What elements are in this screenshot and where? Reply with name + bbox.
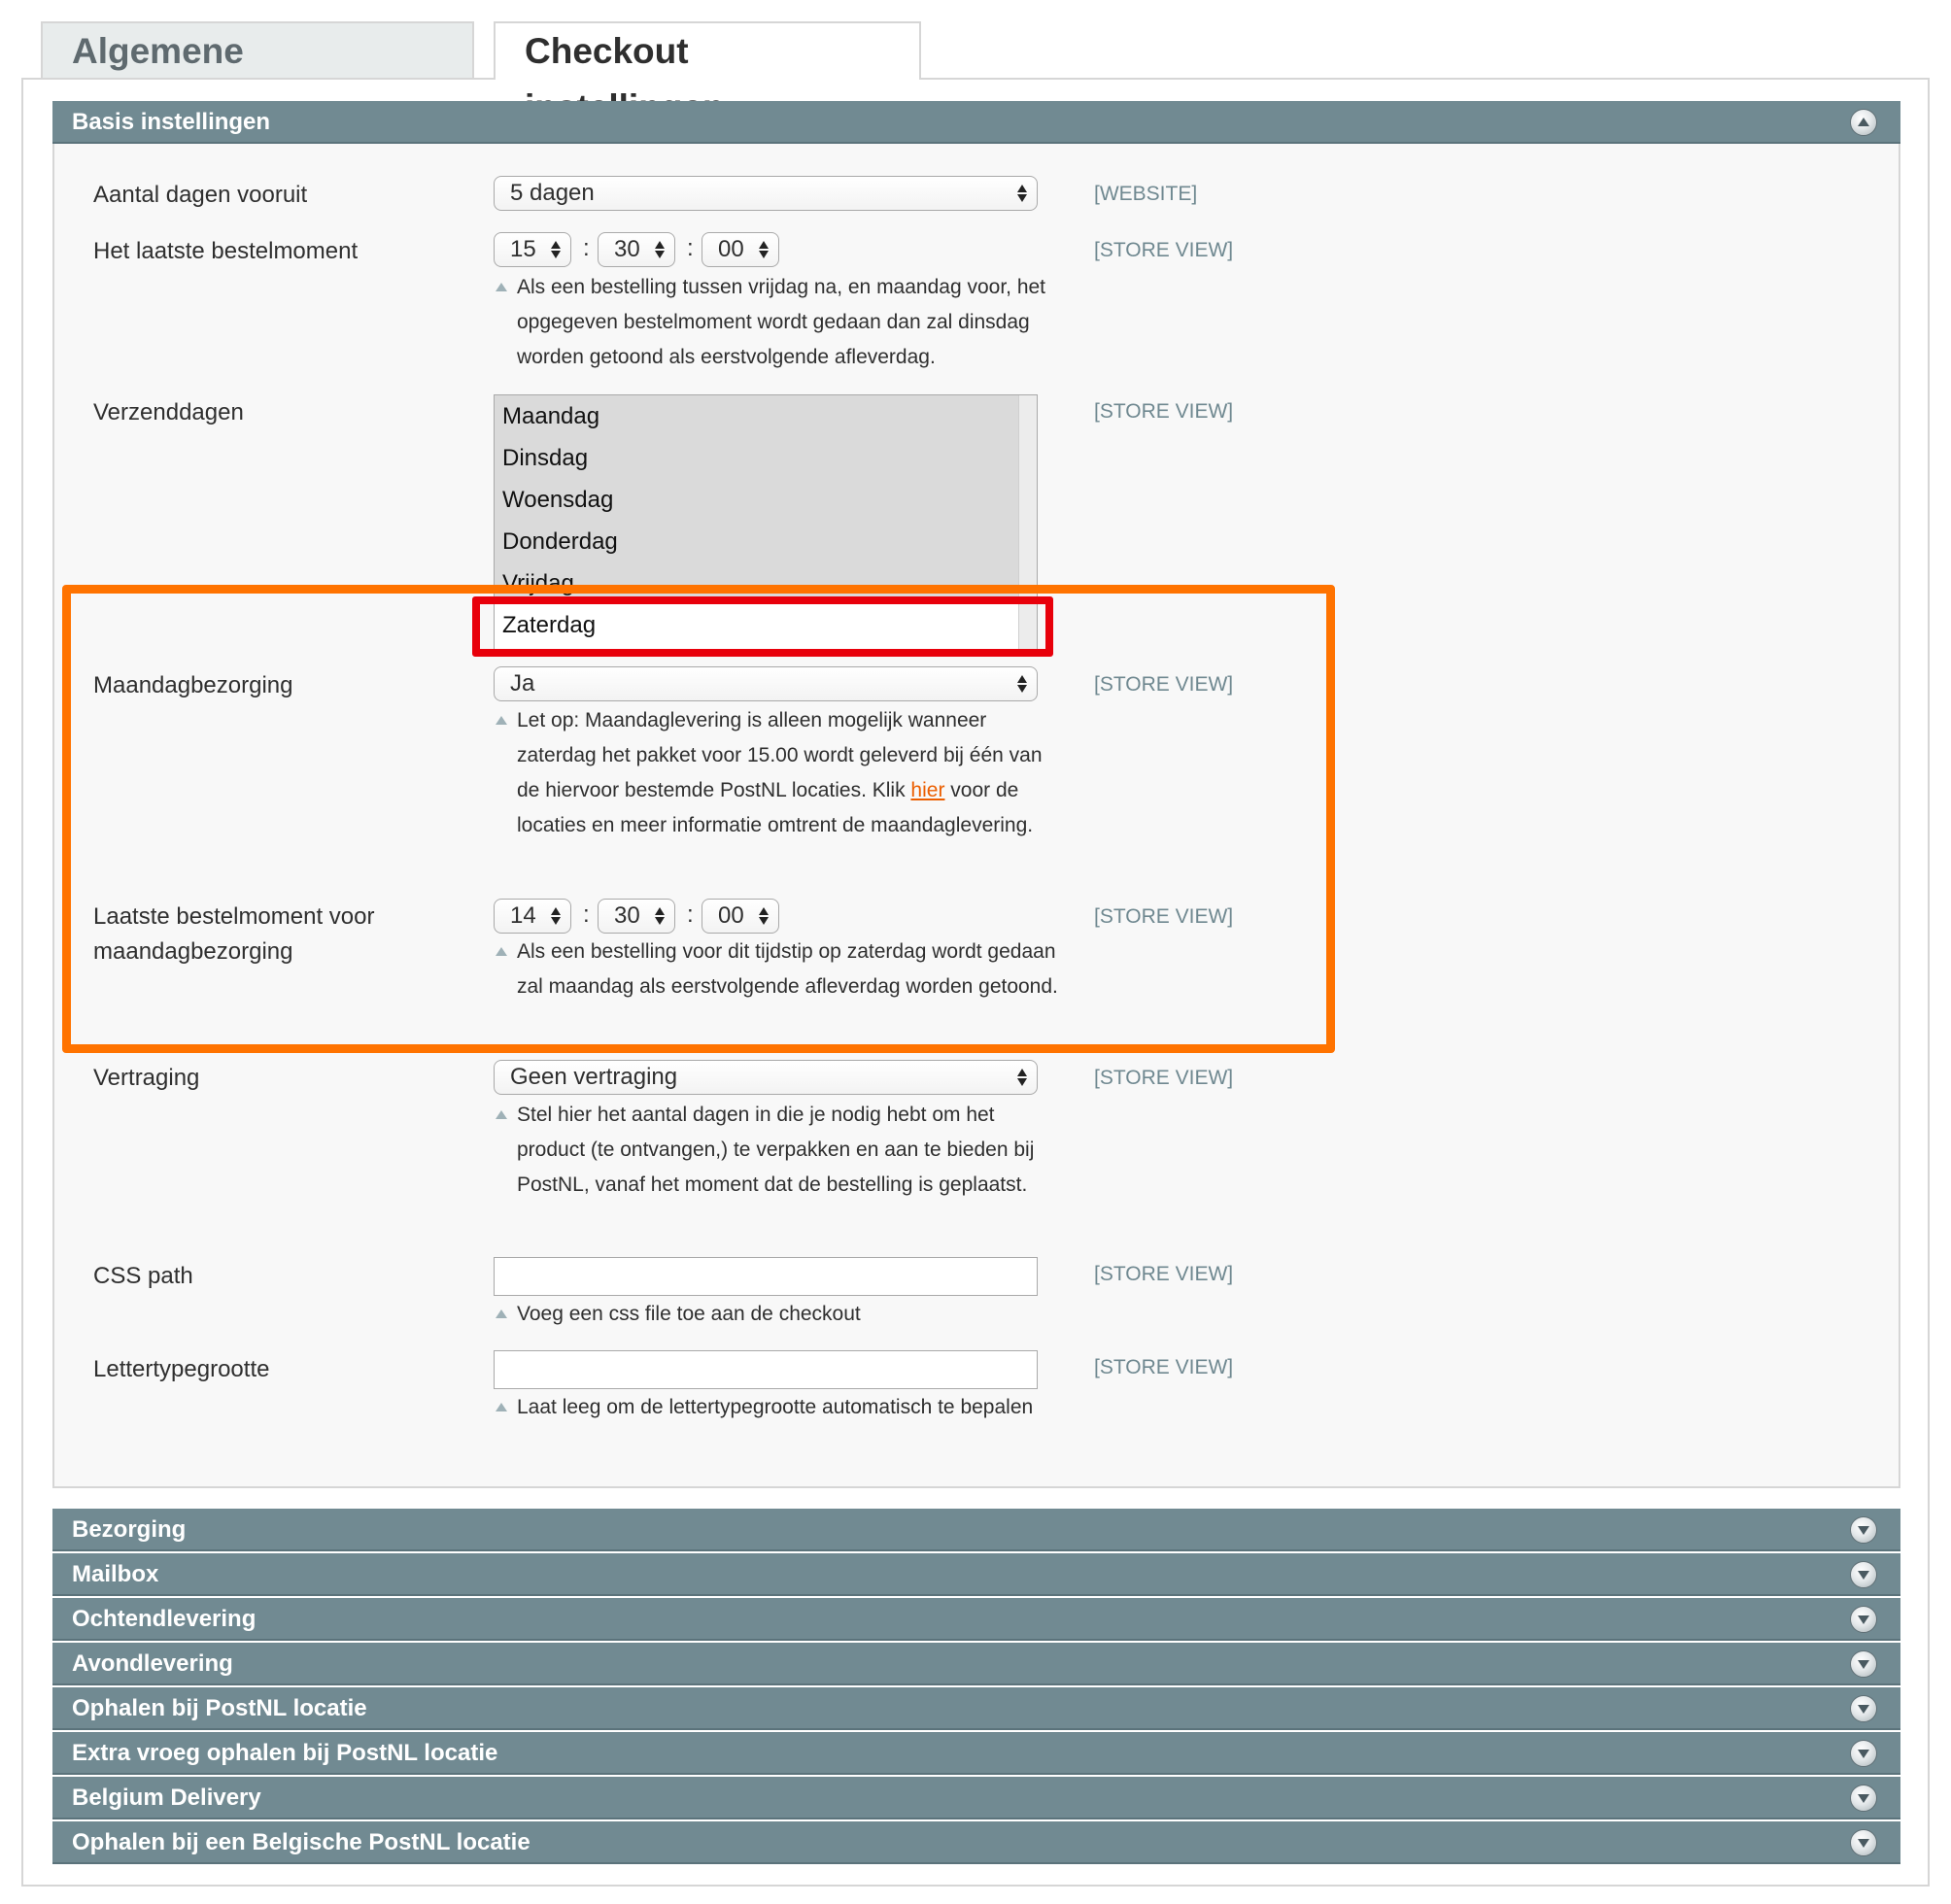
dagen-select[interactable]: 5 dagen <box>494 176 1038 211</box>
time-separator: : <box>583 235 590 261</box>
section-title: Ophalen bij PostNL locatie <box>72 1695 367 1721</box>
note-arrow-icon <box>496 1110 507 1119</box>
hour-value: 15 <box>510 236 536 262</box>
section-header-avondlevering[interactable]: Avondlevering <box>52 1643 1900 1685</box>
note-text: Als een bestelling tussen vrijdag na, en… <box>517 276 1046 368</box>
bestelmoment-minute-select[interactable]: 30 <box>598 232 675 267</box>
select-arrows-icon <box>655 239 665 260</box>
section-header-extra-vroeg[interactable]: Extra vroeg ophalen bij PostNL locatie <box>52 1732 1900 1775</box>
css-path-label: CSS path <box>93 1263 193 1289</box>
verzenddagen-scope: [STORE VIEW] <box>1094 400 1234 423</box>
note-arrow-icon <box>496 1309 507 1318</box>
bestelmoment-label: Het laatste bestelmoment <box>93 238 359 264</box>
expand-icon[interactable] <box>1850 1829 1877 1856</box>
expand-icon[interactable] <box>1850 1561 1877 1588</box>
vertraging-note: Stel hier het aantal dagen in die je nod… <box>496 1098 1061 1203</box>
select-arrows-icon <box>759 239 769 260</box>
bestelmoment-note: Als een bestelling tussen vrijdag na, en… <box>496 270 1061 375</box>
expand-icon[interactable] <box>1850 1516 1877 1544</box>
note-text: Voeg een css file toe aan de checkout <box>517 1303 861 1325</box>
tab-checkout-instellingen[interactable]: Checkout instellingen <box>494 21 921 127</box>
select-arrows-icon <box>551 239 561 260</box>
section-title: Extra vroeg ophalen bij PostNL locatie <box>72 1740 498 1766</box>
lettertype-label: Lettertypegrootte <box>93 1356 270 1382</box>
time-separator: : <box>687 235 694 261</box>
section-title: Ochtendlevering <box>72 1606 257 1632</box>
lettertype-scope: [STORE VIEW] <box>1094 1356 1234 1378</box>
highlight-box-red <box>472 596 1053 657</box>
dagen-label: Aantal dagen vooruit <box>93 182 308 208</box>
minute-value: 30 <box>614 236 640 262</box>
vertraging-scope: [STORE VIEW] <box>1094 1067 1234 1089</box>
note-arrow-icon <box>496 283 507 291</box>
section-title: Mailbox <box>72 1561 159 1587</box>
bestelmoment-second-select[interactable]: 00 <box>702 232 779 267</box>
collapse-icon[interactable] <box>1850 109 1877 136</box>
option-dinsdag[interactable]: Dinsdag <box>502 445 588 472</box>
vertraging-select[interactable]: Geen vertraging <box>494 1060 1038 1095</box>
section-title: Basis instellingen <box>72 109 271 135</box>
lettertype-input[interactable] <box>494 1350 1038 1389</box>
section-header-bezorging[interactable]: Bezorging <box>52 1509 1900 1551</box>
note-text: Stel hier het aantal dagen in die je nod… <box>517 1104 1035 1196</box>
css-path-scope: [STORE VIEW] <box>1094 1263 1234 1285</box>
tab-algemene-instellingen[interactable]: Algemene instellingen <box>41 21 474 127</box>
section-header-basis[interactable]: Basis instellingen <box>52 101 1900 144</box>
expand-icon[interactable] <box>1850 1785 1877 1812</box>
option-donderdag[interactable]: Donderdag <box>502 528 618 556</box>
bestelmoment-scope: [STORE VIEW] <box>1094 239 1234 261</box>
option-maandag[interactable]: Maandag <box>502 403 599 430</box>
expand-icon[interactable] <box>1850 1606 1877 1633</box>
section-title: Bezorging <box>72 1516 187 1543</box>
option-woensdag[interactable]: Woensdag <box>502 487 613 514</box>
dagen-scope: [WEBSITE] <box>1094 183 1198 205</box>
section-header-mailbox[interactable]: Mailbox <box>52 1553 1900 1596</box>
dagen-value: 5 dagen <box>510 180 595 206</box>
select-arrows-icon <box>1017 1067 1027 1088</box>
css-path-input[interactable] <box>494 1257 1038 1296</box>
expand-icon[interactable] <box>1850 1695 1877 1722</box>
second-value: 00 <box>718 236 744 262</box>
section-title: Avondlevering <box>72 1650 233 1677</box>
select-arrows-icon <box>1017 183 1027 204</box>
section-header-belgium-delivery[interactable]: Belgium Delivery <box>52 1777 1900 1819</box>
section-header-ophalen-belgisch[interactable]: Ophalen bij een Belgische PostNL locatie <box>52 1821 1900 1864</box>
section-header-ophalen-postnl[interactable]: Ophalen bij PostNL locatie <box>52 1687 1900 1730</box>
verzenddagen-label: Verzenddagen <box>93 399 244 425</box>
expand-icon[interactable] <box>1850 1740 1877 1767</box>
bestelmoment-hour-select[interactable]: 15 <box>494 232 571 267</box>
vertraging-value: Geen vertraging <box>510 1064 678 1090</box>
section-title: Ophalen bij een Belgische PostNL locatie <box>72 1829 531 1855</box>
css-path-note: Voeg een css file toe aan de checkout <box>496 1297 1061 1332</box>
lettertype-note: Laat leeg om de lettertypegrootte automa… <box>496 1390 1061 1425</box>
note-arrow-icon <box>496 1403 507 1411</box>
section-header-ochtendlevering[interactable]: Ochtendlevering <box>52 1598 1900 1641</box>
expand-icon[interactable] <box>1850 1650 1877 1678</box>
note-text: Laat leeg om de lettertypegrootte automa… <box>517 1396 1034 1418</box>
section-title: Belgium Delivery <box>72 1785 261 1811</box>
vertraging-label: Vertraging <box>93 1065 200 1091</box>
